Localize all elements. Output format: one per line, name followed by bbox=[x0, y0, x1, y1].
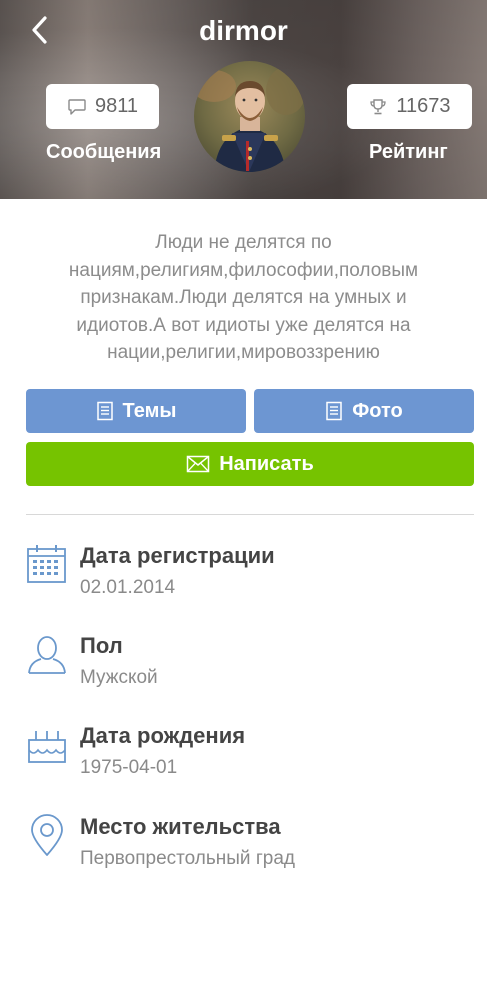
topics-button[interactable]: Темы bbox=[26, 389, 246, 433]
rating-count: 11673 bbox=[396, 95, 451, 117]
calendar-icon bbox=[27, 545, 66, 583]
document-icon bbox=[96, 401, 113, 421]
write-message-label: Написать bbox=[219, 452, 314, 475]
info-value: Мужской bbox=[80, 667, 158, 688]
photos-button-label: Фото bbox=[352, 399, 403, 422]
status-text: Люди не делятся по нациям,религиям,филос… bbox=[68, 232, 419, 363]
info-title: Место жительства bbox=[80, 814, 281, 839]
speech-bubble-icon bbox=[68, 98, 86, 115]
info-birth-date: Дата рождения 1975-04-01 bbox=[0, 723, 487, 793]
info-registration-date: Дата регистрации 02.01.2014 bbox=[0, 543, 487, 613]
document-icon bbox=[326, 401, 342, 421]
person-icon bbox=[28, 636, 66, 674]
trophy-icon bbox=[370, 98, 387, 114]
info-value: 1975-04-01 bbox=[80, 757, 178, 778]
avatar[interactable] bbox=[194, 61, 305, 172]
info-value: Первопрестольный град bbox=[80, 848, 295, 869]
info-title: Дата рождения bbox=[80, 723, 246, 748]
info-title: Пол bbox=[80, 633, 123, 658]
rating-label: Рейтинг bbox=[369, 141, 448, 163]
write-message-button[interactable]: Написать bbox=[26, 442, 474, 486]
info-title: Дата регистрации bbox=[80, 543, 275, 568]
info-location: Место жительства Первопрестольный град bbox=[0, 814, 487, 884]
envelope-icon bbox=[186, 455, 210, 473]
info-gender: Пол Мужской bbox=[0, 633, 487, 703]
photos-button[interactable]: Фото bbox=[254, 389, 474, 433]
cake-icon bbox=[28, 731, 66, 763]
messages-count: 9811 bbox=[94, 95, 138, 117]
divider bbox=[26, 514, 474, 515]
page-title: dirmor bbox=[199, 15, 288, 46]
messages-label: Сообщения bbox=[46, 141, 162, 163]
rating-count-button[interactable]: 11673 bbox=[347, 84, 472, 129]
profile-header: dirmor 9811 Сообщения 11673 Рейтинг bbox=[0, 0, 487, 199]
messages-count-button[interactable]: 9811 bbox=[46, 84, 159, 129]
location-pin-icon bbox=[31, 814, 63, 856]
info-value: 02.01.2014 bbox=[80, 577, 176, 598]
topics-button-label: Темы bbox=[122, 399, 177, 422]
